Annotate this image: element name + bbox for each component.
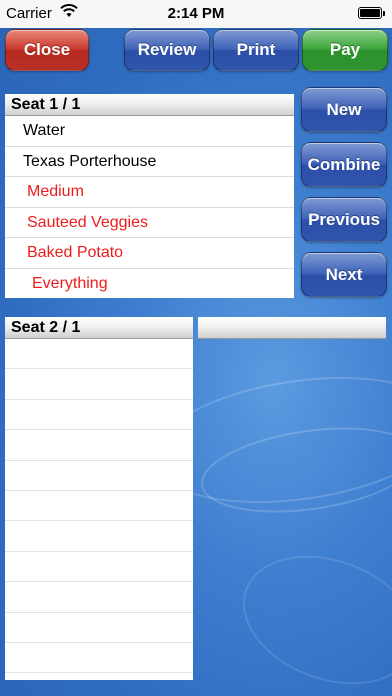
seat1-header: Seat 1 / 1	[5, 94, 294, 116]
order-item[interactable]: Water	[5, 116, 294, 147]
seat2-header: Seat 2 / 1	[5, 317, 193, 339]
order-modifier[interactable]: Everything	[5, 269, 294, 300]
empty-list-row[interactable]	[5, 552, 193, 583]
empty-list-row[interactable]	[5, 430, 193, 461]
next-button[interactable]: Next	[301, 252, 387, 297]
combine-button[interactable]: Combine	[301, 142, 387, 187]
empty-list-row[interactable]	[5, 521, 193, 552]
empty-list-row[interactable]	[5, 643, 193, 674]
empty-list-row[interactable]	[5, 339, 193, 370]
new-button[interactable]: New	[301, 87, 387, 132]
empty-list-row[interactable]	[5, 461, 193, 491]
clock-time: 2:14 PM	[167, 5, 225, 22]
review-button[interactable]: Review	[124, 29, 210, 71]
status-bar: Carrier 2:14 PM	[0, 0, 392, 28]
seat2-list[interactable]	[5, 339, 193, 680]
empty-list-row[interactable]	[5, 400, 193, 431]
close-button[interactable]: Close	[5, 29, 89, 71]
empty-list-row[interactable]	[5, 369, 193, 400]
previous-button[interactable]: Previous	[301, 197, 387, 242]
battery-icon	[358, 7, 385, 19]
seat3-header	[198, 317, 386, 339]
empty-list-row[interactable]	[5, 582, 193, 613]
order-modifier[interactable]: Medium	[5, 177, 294, 208]
order-modifier[interactable]: Sauteed Veggies	[5, 208, 294, 238]
empty-list-row[interactable]	[5, 491, 193, 522]
seat1-list: Water Texas Porterhouse Medium Sauteed Vegg…	[5, 116, 294, 298]
print-button[interactable]: Print	[213, 29, 299, 71]
order-modifier[interactable]: Baked Potato	[5, 238, 294, 269]
pay-button[interactable]: Pay	[302, 29, 388, 71]
background-swirl	[224, 532, 392, 696]
order-item[interactable]: Texas Porterhouse	[5, 147, 294, 177]
empty-list-row[interactable]	[5, 613, 193, 643]
